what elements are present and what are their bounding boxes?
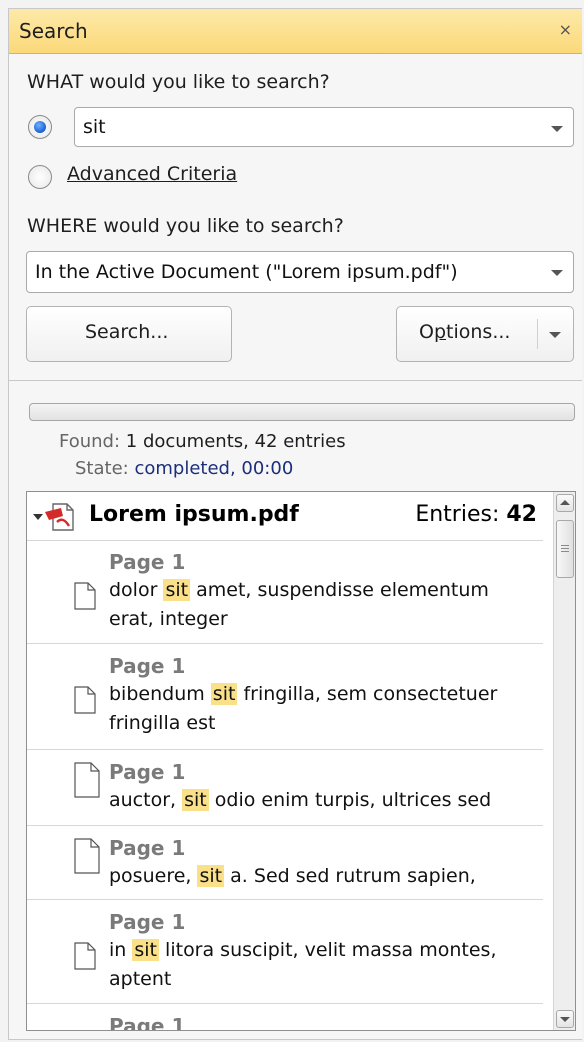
query-combo[interactable]: sit xyxy=(74,107,574,147)
advanced-radio[interactable] xyxy=(28,165,52,189)
query-input[interactable]: sit xyxy=(83,116,106,138)
advanced-criteria-link[interactable]: Advanced Criteria xyxy=(67,163,237,185)
page-icon xyxy=(73,686,97,718)
search-panel: Search × WHAT would you like to search? … xyxy=(8,8,582,1040)
scope-value: In the Active Document ("Lorem ipsum.pdf… xyxy=(35,261,458,283)
result-snippet: in sit litora suscipit, velit massa mont… xyxy=(109,939,497,990)
result-item[interactable]: Page 1 in sit litora suscipit, velit mas… xyxy=(27,900,543,1004)
document-row[interactable]: Lorem ipsum.pdf Entries: 42 xyxy=(27,492,543,541)
scroll-up-button[interactable] xyxy=(556,494,574,512)
page-icon xyxy=(73,942,97,974)
search-button[interactable]: Search... xyxy=(26,306,232,362)
result-page-label: Page 1 xyxy=(109,910,186,934)
panel-titlebar: Search × xyxy=(9,9,582,54)
query-radio[interactable] xyxy=(28,115,52,139)
results-scrollbar[interactable] xyxy=(553,492,575,1030)
page-icon xyxy=(73,582,97,614)
state-value: completed, 00:00 xyxy=(134,458,294,479)
result-item[interactable]: Page 1 dolor sit amet, suspendisse eleme… xyxy=(27,540,543,644)
found-value: 1 documents, 42 entries xyxy=(125,431,346,452)
pdf-document-icon xyxy=(43,502,77,536)
result-page-label: Page 1 xyxy=(109,550,186,574)
search-progress-bar xyxy=(29,403,575,421)
options-button[interactable]: Options... xyxy=(396,306,574,362)
document-entries: Entries: 42 xyxy=(415,502,537,527)
result-item[interactable]: Page 1 bibendum sit fringilla, sem conse… xyxy=(27,644,543,750)
result-item[interactable]: Page 1 posuere, sit a. Sed sed rutrum sa… xyxy=(27,826,543,900)
result-snippet: dolor sit amet, suspendisse elementum er… xyxy=(109,579,489,630)
result-page-label: Page 1 xyxy=(109,1014,186,1031)
result-page-label: Page 1 xyxy=(109,654,186,678)
close-icon[interactable]: × xyxy=(559,20,572,39)
result-snippet: bibendum sit fringilla, sem consectetuer… xyxy=(109,683,498,734)
expand-triangle-icon[interactable] xyxy=(33,514,43,520)
page-icon xyxy=(73,762,101,802)
result-item[interactable]: Page 1 xyxy=(27,1004,543,1031)
found-status: Found: 1 documents, 42 entries xyxy=(59,431,346,452)
document-name: Lorem ipsum.pdf xyxy=(89,502,299,527)
chevron-down-icon[interactable] xyxy=(551,270,563,276)
result-page-label: Page 1 xyxy=(109,836,186,860)
state-status: State: completed, 00:00 xyxy=(75,458,294,479)
scroll-thumb[interactable] xyxy=(556,520,574,578)
options-divider xyxy=(537,319,538,349)
chevron-down-icon[interactable] xyxy=(549,332,561,338)
section-divider xyxy=(9,380,582,381)
result-page-label: Page 1 xyxy=(109,760,186,784)
where-label: WHERE would you like to search? xyxy=(27,215,344,237)
search-button-label: Search... xyxy=(85,321,169,343)
scroll-down-button[interactable] xyxy=(556,1010,574,1028)
page-icon xyxy=(73,838,101,878)
scope-combo[interactable]: In the Active Document ("Lorem ipsum.pdf… xyxy=(26,251,574,293)
options-button-label: Options... xyxy=(419,321,511,343)
results-list[interactable]: Lorem ipsum.pdf Entries: 42 Page 1 dolor… xyxy=(26,491,576,1031)
result-item[interactable]: Page 1 auctor, sit odio enim turpis, ult… xyxy=(27,750,543,826)
chevron-down-icon[interactable] xyxy=(551,126,563,132)
what-label: WHAT would you like to search? xyxy=(27,71,330,93)
result-snippet: auctor, sit odio enim turpis, ultrices s… xyxy=(109,789,492,811)
panel-title: Search xyxy=(19,19,88,43)
result-snippet: posuere, sit a. Sed sed rutrum sapien, xyxy=(109,865,476,887)
